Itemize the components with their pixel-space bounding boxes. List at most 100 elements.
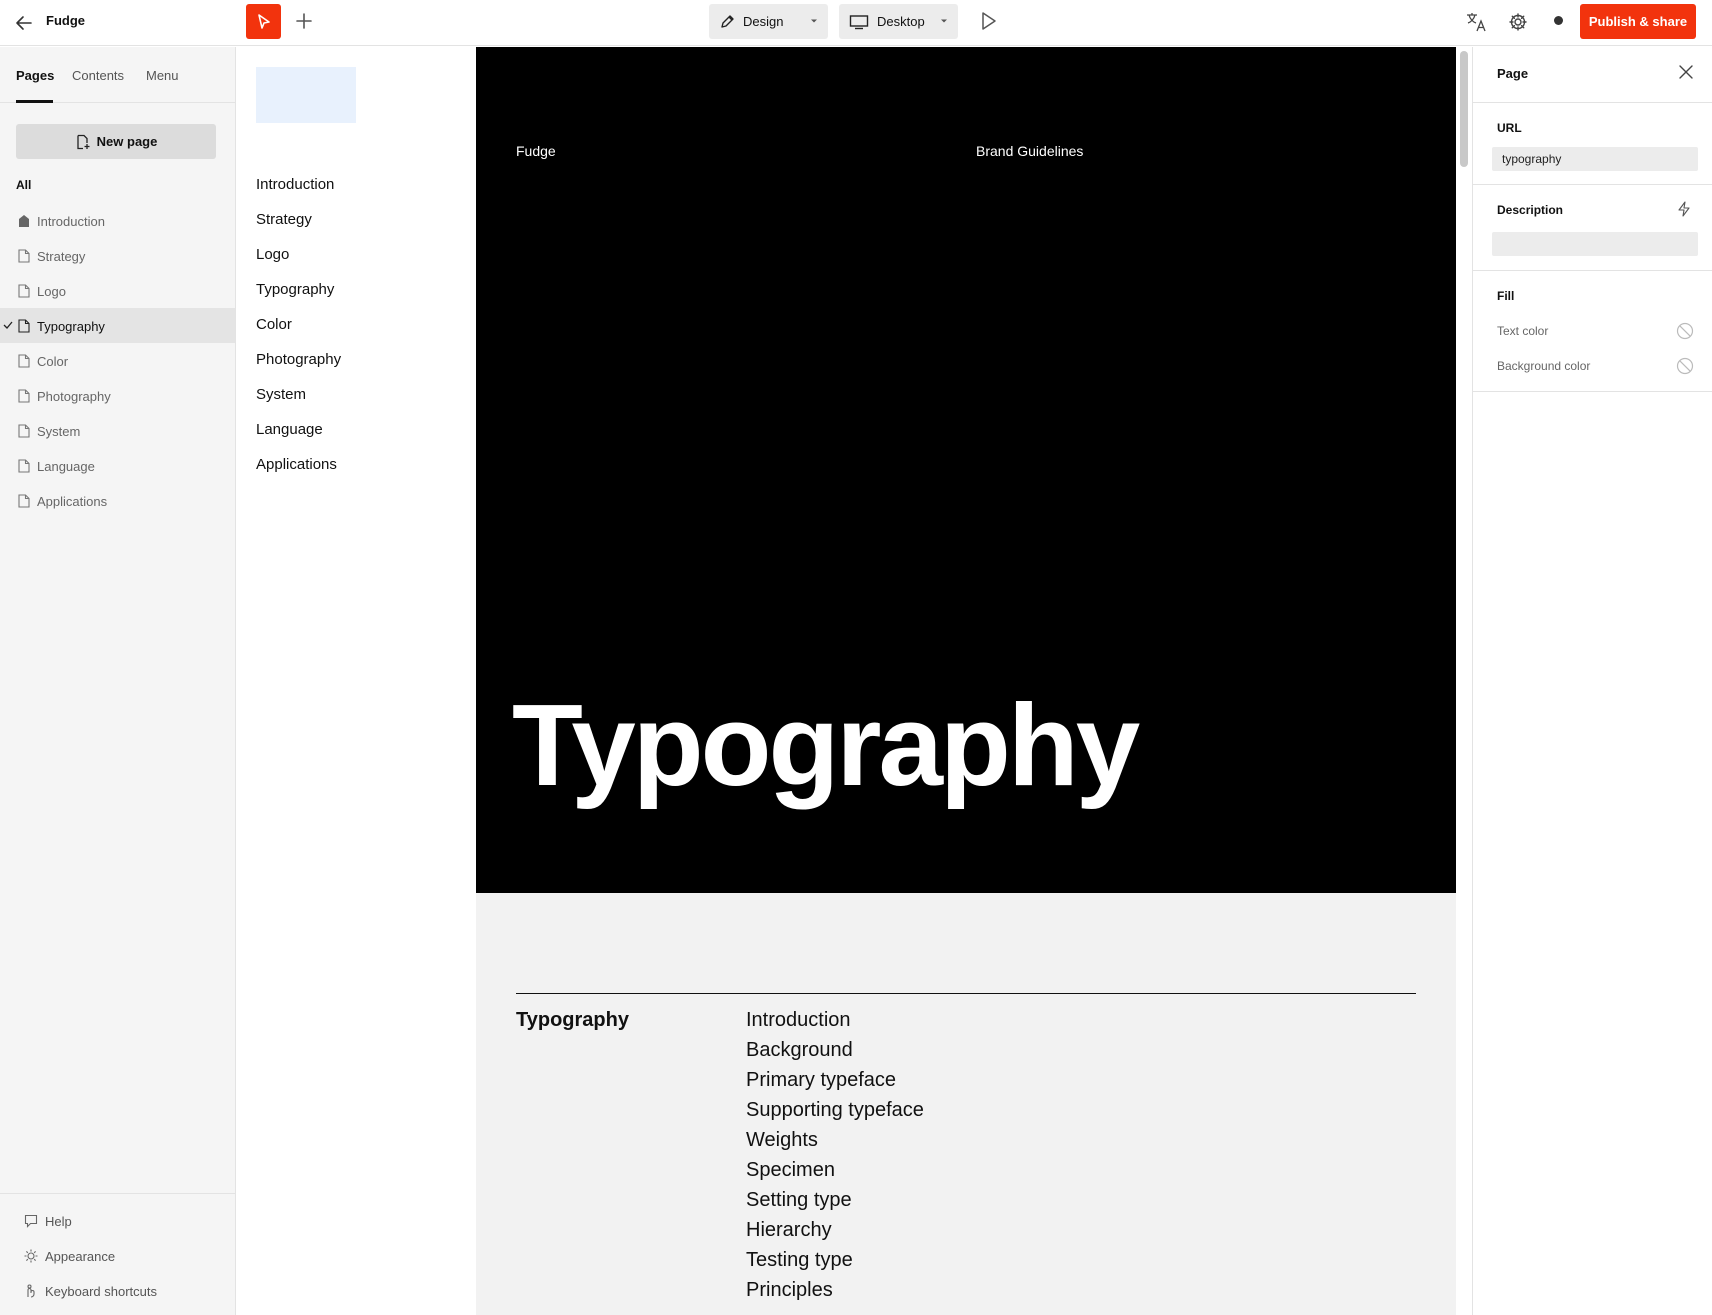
- mode-label: Design: [743, 14, 784, 29]
- toc-item[interactable]: Hierarchy: [746, 1218, 924, 1248]
- keyboard-shortcuts-link[interactable]: Keyboard shortcuts: [0, 1274, 235, 1309]
- mode-dropdown[interactable]: Design: [709, 4, 828, 39]
- toc-item[interactable]: Background: [746, 1038, 924, 1068]
- no-color-icon[interactable]: [1676, 322, 1694, 340]
- page-icon: [18, 249, 30, 263]
- toc-item[interactable]: Primary typeface: [746, 1068, 924, 1098]
- tab-menu[interactable]: Menu: [146, 68, 179, 83]
- sidebar-page-photography[interactable]: Photography: [0, 378, 235, 413]
- left-sidebar: Pages Contents Menu New page All Introdu…: [0, 47, 236, 1315]
- page-icon: [18, 424, 30, 438]
- sun-icon: [24, 1249, 38, 1263]
- page-icon: [18, 319, 30, 333]
- lightning-icon[interactable]: [1677, 201, 1691, 217]
- sidebar-page-system[interactable]: System: [0, 413, 235, 448]
- url-label: URL: [1497, 121, 1522, 135]
- logo-placeholder[interactable]: [256, 67, 356, 123]
- select-tool-button[interactable]: [246, 4, 281, 39]
- top-toolbar: Fudge Design Desktop Publish & share: [0, 0, 1712, 46]
- panel-title: Page: [1497, 66, 1529, 81]
- canvas-scrollbar[interactable]: [1458, 47, 1470, 1315]
- site-nav-item[interactable]: Logo: [256, 245, 341, 280]
- hero-subtitle: Brand Guidelines: [976, 143, 1084, 159]
- back-arrow-icon[interactable]: [12, 11, 36, 35]
- publish-share-button[interactable]: Publish & share: [1580, 4, 1696, 39]
- page-label: Color: [37, 354, 69, 369]
- chevron-down-icon: [941, 19, 947, 23]
- site-nav-item[interactable]: System: [256, 385, 341, 420]
- toc-item[interactable]: Specimen: [746, 1158, 924, 1188]
- play-icon[interactable]: [976, 9, 1000, 33]
- hero-title: Typography: [512, 680, 1140, 810]
- sidebar-page-color[interactable]: Color: [0, 343, 235, 378]
- background-color-label: Background color: [1497, 359, 1591, 373]
- url-input[interactable]: [1492, 147, 1698, 171]
- appearance-link[interactable]: Appearance: [0, 1239, 235, 1274]
- device-dropdown[interactable]: Desktop: [839, 4, 958, 39]
- page-label: Language: [37, 459, 95, 474]
- sidebar-page-typography[interactable]: Typography: [0, 308, 235, 343]
- new-page-button[interactable]: New page: [16, 124, 216, 159]
- page-label: Typography: [37, 319, 105, 334]
- site-nav-item[interactable]: Introduction: [256, 175, 341, 210]
- pages-filter-label: All: [16, 178, 32, 192]
- toc-item[interactable]: Weights: [746, 1128, 924, 1158]
- no-color-icon[interactable]: [1676, 357, 1694, 375]
- section-divider: [516, 993, 1416, 994]
- check-icon: [3, 321, 13, 329]
- toc-item[interactable]: Principles: [746, 1278, 924, 1308]
- description-section: Description: [1473, 185, 1712, 271]
- site-nav-item[interactable]: Strategy: [256, 210, 341, 245]
- toc-item[interactable]: Introduction: [746, 1008, 924, 1038]
- page-icon: [18, 494, 30, 508]
- site-nav-item[interactable]: Color: [256, 315, 341, 350]
- tab-contents[interactable]: Contents: [72, 68, 124, 83]
- page-canvas[interactable]: Fudge Brand Guidelines Typography Typogr…: [476, 47, 1456, 1315]
- active-tab-indicator: [16, 100, 53, 103]
- toc-item[interactable]: Supporting typeface: [746, 1098, 924, 1128]
- translate-icon[interactable]: [1464, 9, 1490, 35]
- page-label: Photography: [37, 389, 111, 404]
- scrollbar-thumb[interactable]: [1460, 51, 1468, 167]
- sidebar-tabs: Pages Contents Menu: [0, 47, 235, 103]
- site-nav-item[interactable]: Applications: [256, 455, 341, 490]
- site-nav-item[interactable]: Photography: [256, 350, 341, 385]
- page-label: System: [37, 424, 81, 439]
- page-icon: [18, 389, 30, 403]
- sidebar-page-language[interactable]: Language: [0, 448, 235, 483]
- sidebar-page-introduction[interactable]: Introduction: [0, 203, 235, 238]
- site-nav-list: Introduction Strategy Logo Typography Co…: [256, 175, 341, 490]
- pencil-icon: [721, 14, 734, 28]
- site-nav-item[interactable]: Typography: [256, 280, 341, 315]
- page-label: Strategy: [37, 249, 86, 264]
- close-icon[interactable]: [1679, 65, 1693, 79]
- description-label: Description: [1497, 203, 1564, 217]
- site-nav-item[interactable]: Language: [256, 420, 341, 455]
- gear-icon[interactable]: [1505, 9, 1531, 35]
- cursor-icon: [257, 13, 270, 29]
- app-window: Fudge Design Desktop Publish & share Pag…: [0, 0, 1712, 1315]
- page-list: Introduction Strategy Logo Typography Co…: [0, 203, 235, 518]
- toc-item[interactable]: Testing type: [746, 1248, 924, 1278]
- sidebar-page-logo[interactable]: Logo: [0, 273, 235, 308]
- page-label: Logo: [37, 284, 66, 299]
- page-icon: [18, 459, 30, 473]
- fill-label: Fill: [1497, 289, 1515, 303]
- help-link[interactable]: Help: [0, 1204, 235, 1239]
- hero-section[interactable]: Fudge Brand Guidelines Typography: [476, 47, 1456, 893]
- keyboard-icon: [27, 1284, 35, 1298]
- new-page-label: New page: [96, 134, 158, 149]
- page-icon: [18, 284, 30, 298]
- help-icon: [24, 1214, 38, 1228]
- chevron-down-icon: [811, 19, 817, 23]
- add-icon[interactable]: [292, 9, 316, 33]
- help-label: Help: [45, 1214, 72, 1229]
- sidebar-page-strategy[interactable]: Strategy: [0, 238, 235, 273]
- description-input[interactable]: [1492, 232, 1698, 256]
- page-settings-panel: Page URL Description Fill Text color Bac…: [1472, 47, 1712, 1315]
- sidebar-footer: Help Appearance Keyboard shortcuts: [0, 1193, 235, 1309]
- sidebar-page-applications[interactable]: Applications: [0, 483, 235, 518]
- toc-item[interactable]: Setting type: [746, 1188, 924, 1218]
- device-label: Desktop: [877, 14, 925, 29]
- tab-pages[interactable]: Pages: [16, 68, 54, 83]
